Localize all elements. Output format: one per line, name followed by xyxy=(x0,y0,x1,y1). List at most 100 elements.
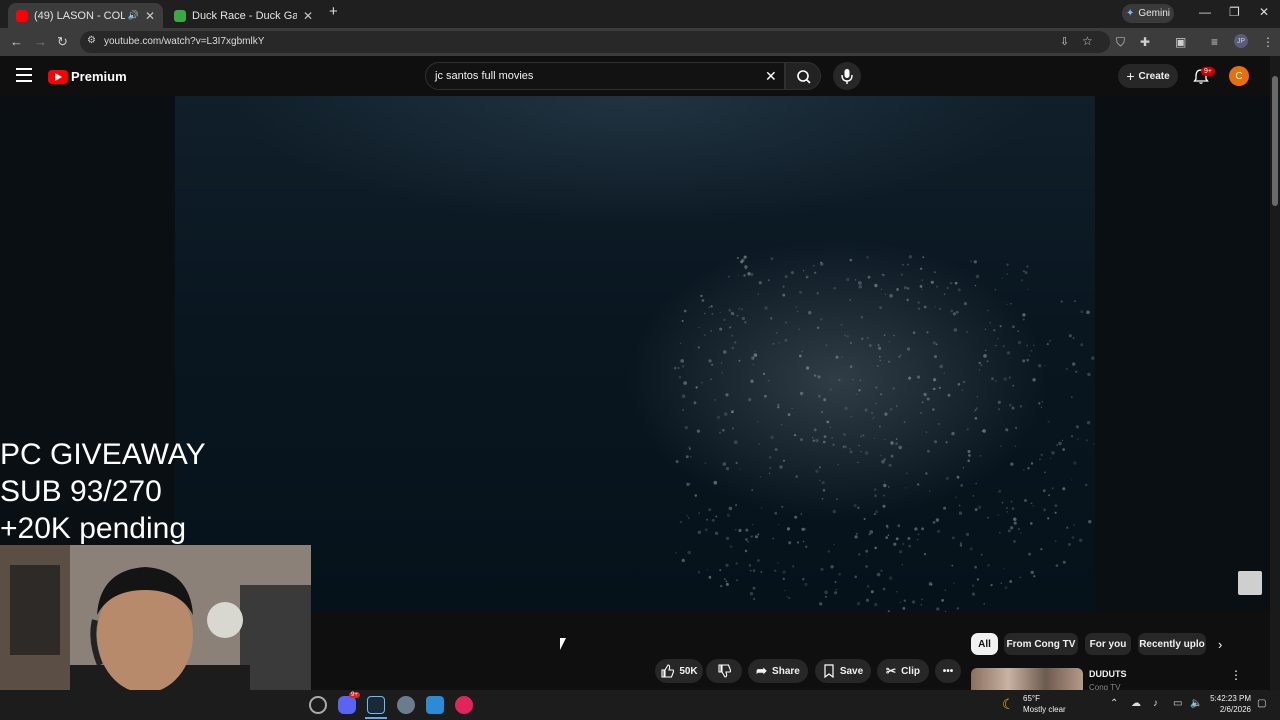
like-button[interactable]: 50K xyxy=(655,659,703,683)
volume-icon[interactable]: 🔈 xyxy=(1190,698,1202,709)
discord-badge: 9+ xyxy=(349,692,360,698)
clip-label: Clip xyxy=(901,665,920,677)
youtube-header: Premium jc santos full movies ✕ + Create… xyxy=(0,56,1270,96)
channel-watermark-icon[interactable] xyxy=(1238,571,1262,595)
share-arrow-icon: ➦ xyxy=(756,663,768,678)
save-label: Save xyxy=(839,665,864,677)
gemini-button[interactable]: ✦ Gemini xyxy=(1122,4,1174,23)
chip-recently-uploaded[interactable]: Recently uplo xyxy=(1138,633,1206,655)
clear-search-icon[interactable]: ✕ xyxy=(765,68,777,85)
profile-avatar[interactable]: JP xyxy=(1234,34,1248,48)
url-text[interactable]: youtube.com/watch?v=L3I7xgbmlkY xyxy=(104,36,264,47)
microphone-icon xyxy=(841,69,853,84)
more-actions-button[interactable]: ••• xyxy=(935,659,961,683)
mouse-cursor xyxy=(560,638,566,650)
install-app-icon[interactable]: ⇩ xyxy=(1060,35,1069,48)
search-input[interactable]: jc santos full movies ✕ xyxy=(425,62,785,90)
obs-icon[interactable] xyxy=(309,696,327,714)
reading-list-icon[interactable]: ≡ xyxy=(1211,35,1218,49)
restore-icon[interactable]: ❐ xyxy=(1229,5,1240,19)
settings-gear-icon[interactable] xyxy=(397,696,415,714)
network-icon[interactable]: ▭ xyxy=(1173,698,1182,709)
recommendation-title[interactable]: DUDUTS xyxy=(1089,669,1127,679)
close-window-icon[interactable]: ✕ xyxy=(1259,5,1269,19)
tab-youtube[interactable]: (49) LASON - COLN (OFFIC 🔊 ✕ xyxy=(8,3,163,28)
microphone-tray-icon[interactable]: ♪ xyxy=(1153,698,1158,709)
tab-duck-race[interactable]: Duck Race - Duck Games ✕ xyxy=(166,3,321,28)
overlay-line: SUB 93/270 xyxy=(0,475,162,508)
scissors-icon: ✂ xyxy=(886,664,897,678)
clock-time[interactable]: 5:42:23 PM xyxy=(1210,694,1251,703)
tab-search-icon[interactable]: ▣ xyxy=(1175,35,1186,49)
chip-for-you[interactable]: For you xyxy=(1085,633,1131,655)
thumbs-up-icon xyxy=(661,664,675,678)
youtube-favicon-icon xyxy=(16,9,28,22)
search-button[interactable] xyxy=(785,62,821,90)
create-label: Create xyxy=(1138,70,1170,82)
video-frame xyxy=(175,96,1095,612)
weather-condition[interactable]: Mostly clear xyxy=(1023,705,1066,714)
duck-games-favicon-icon xyxy=(174,9,186,22)
voice-search-button[interactable] xyxy=(833,62,861,90)
search-icon xyxy=(797,70,811,84)
notepad-icon[interactable] xyxy=(426,696,444,714)
reload-icon[interactable]: ↻ xyxy=(57,34,68,50)
dislike-button[interactable] xyxy=(706,659,742,683)
video-texture xyxy=(673,255,1095,612)
show-hidden-icons-chevron-icon[interactable]: ⌃ xyxy=(1110,698,1118,709)
recommendation-thumbnail[interactable] xyxy=(971,668,1083,690)
hamburger-menu-icon[interactable] xyxy=(16,68,32,86)
save-button[interactable]: Save xyxy=(815,659,871,683)
omnibox[interactable]: ⚙ youtube.com/watch?v=L3I7xgbmlkY ⇩ ☆ xyxy=(80,31,1110,53)
overlay-line: +20K pending xyxy=(0,512,187,545)
clip-button[interactable]: ✂ Clip xyxy=(877,659,929,683)
youtube-play-logo-icon xyxy=(48,69,68,84)
search-query-text: jc santos full movies xyxy=(435,70,534,82)
close-tab-icon[interactable]: ✕ xyxy=(145,9,155,23)
create-button[interactable]: + Create xyxy=(1118,64,1178,88)
bookmark-star-icon[interactable]: ☆ xyxy=(1082,34,1093,48)
tab-title: (49) LASON - COLN (OFFIC xyxy=(34,9,125,22)
bookmark-icon xyxy=(824,664,834,678)
notification-badge: 9+ xyxy=(1201,67,1215,76)
gemini-label: Gemini xyxy=(1138,8,1171,19)
like-count: 50K xyxy=(679,665,698,677)
account-avatar[interactable]: C xyxy=(1229,66,1249,86)
weather-moon-icon: ☾ xyxy=(1002,696,1015,712)
logo-text: Premium xyxy=(71,69,127,84)
weather-temperature[interactable]: 65°F xyxy=(1023,694,1040,703)
share-button[interactable]: ➦ Share xyxy=(748,659,808,683)
thumbs-down-icon xyxy=(718,664,731,678)
chips-next-chevron-icon[interactable]: › xyxy=(1218,637,1222,652)
extensions-puzzle-icon[interactable]: ✚ xyxy=(1140,35,1150,49)
tab-title: Duck Race - Duck Games xyxy=(192,9,297,22)
plus-icon: + xyxy=(1126,68,1135,84)
active-app-indicator xyxy=(365,717,387,719)
steam-icon[interactable] xyxy=(367,696,385,714)
page-scrollbar[interactable] xyxy=(1270,56,1280,690)
notification-center-icon[interactable]: ▢ xyxy=(1257,698,1266,709)
onedrive-cloud-icon[interactable]: ☁ xyxy=(1131,698,1141,709)
chip-from-cong-tv[interactable]: From Cong TV xyxy=(1004,633,1078,655)
youtube-premium-logo[interactable]: Premium xyxy=(48,69,127,84)
media-player-icon[interactable] xyxy=(455,696,473,714)
overlay-line: PC GIVEAWAY xyxy=(0,438,206,471)
browser-toolbar: ← → ↻ ⚙ youtube.com/watch?v=L3I7xgbmlkY … xyxy=(0,28,1280,56)
site-info-icon[interactable]: ⚙ xyxy=(87,35,96,46)
minimize-icon[interactable]: — xyxy=(1199,5,1211,19)
clock-date[interactable]: 2/6/2026 xyxy=(1210,705,1251,714)
close-tab-icon[interactable]: ✕ xyxy=(303,9,313,23)
new-tab-icon[interactable]: + xyxy=(329,3,338,20)
recommendation-more-icon[interactable]: ⋮ xyxy=(1230,668,1242,682)
shield-extension-icon[interactable]: ⛉ xyxy=(1116,35,1125,50)
chip-all[interactable]: All xyxy=(971,633,998,655)
forward-icon[interactable]: → xyxy=(34,34,47,49)
share-label: Share xyxy=(772,665,800,677)
gemini-sparkle-icon: ✦ xyxy=(1125,8,1135,19)
discord-icon[interactable] xyxy=(338,696,356,714)
browser-menu-icon[interactable]: ⋮ xyxy=(1262,35,1274,49)
back-icon[interactable]: ← xyxy=(10,34,23,49)
scrollbar-thumb[interactable] xyxy=(1272,76,1278,206)
more-horizontal-icon: ••• xyxy=(942,665,954,677)
audio-playing-icon[interactable]: 🔊 xyxy=(128,10,139,21)
